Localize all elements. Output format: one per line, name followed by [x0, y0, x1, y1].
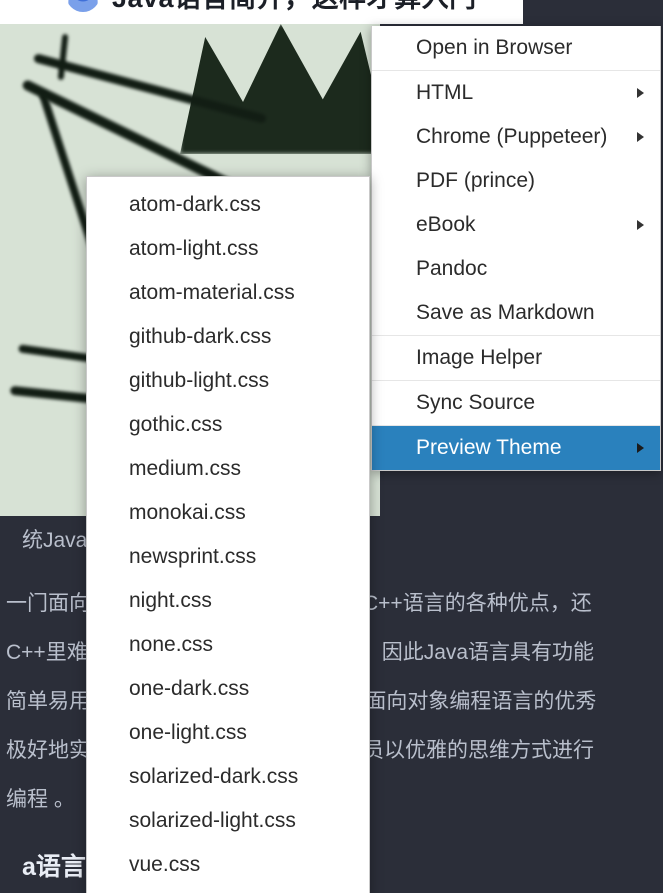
blue-circle-logo-icon [66, 0, 100, 12]
triangle-right-icon [637, 220, 644, 230]
theme-item-gothic[interactable]: gothic.css [87, 403, 369, 447]
triangle-right-icon [637, 443, 644, 453]
theme-item-solarized-light[interactable]: solarized-light.css [87, 799, 369, 843]
theme-item-label: gothic.css [129, 413, 223, 436]
theme-item-night[interactable]: night.css [87, 579, 369, 623]
menu-item-save-as-markdown[interactable]: Save as Markdown [372, 291, 660, 335]
theme-item-label: monokai.css [129, 501, 246, 524]
menu-item-pandoc[interactable]: Pandoc [372, 247, 660, 291]
menu-item-label: Sync Source [416, 391, 536, 414]
theme-item-atom-dark[interactable]: atom-dark.css [87, 183, 369, 227]
menu-item-label: HTML [416, 81, 474, 104]
theme-item-label: atom-material.css [129, 281, 295, 304]
menu-item-label: Image Helper [416, 346, 543, 369]
theme-item-label: solarized-light.css [129, 809, 296, 832]
theme-item-vue[interactable]: vue.css [87, 843, 369, 887]
theme-item-github-light[interactable]: github-light.css [87, 359, 369, 403]
page-title: Java语言简介，这样才算入门 [112, 0, 477, 15]
menu-item-label: Chrome (Puppeteer) [416, 125, 608, 148]
menu-item-pdf-prince[interactable]: PDF (prince) [372, 159, 660, 203]
context-menu[interactable]: Open in Browser HTML Chrome (Puppeteer) … [371, 26, 661, 471]
theme-item-atom-light[interactable]: atom-light.css [87, 227, 369, 271]
theme-item-solarized-dark[interactable]: solarized-dark.css [87, 755, 369, 799]
triangle-right-icon [637, 88, 644, 98]
theme-item-label: solarized-dark.css [129, 765, 299, 788]
theme-item-medium[interactable]: medium.css [87, 447, 369, 491]
theme-item-newsprint[interactable]: newsprint.css [87, 535, 369, 579]
menu-item-label: Pandoc [416, 257, 488, 280]
theme-item-label: none.css [129, 633, 214, 656]
menu-item-label: Save as Markdown [416, 301, 595, 324]
theme-item-github-dark[interactable]: github-dark.css [87, 315, 369, 359]
menu-item-sync-source[interactable]: Sync Source [372, 381, 660, 425]
theme-item-label: atom-dark.css [129, 193, 261, 216]
menu-item-label: PDF (prince) [416, 169, 536, 192]
menu-item-image-helper[interactable]: Image Helper [372, 336, 660, 380]
theme-item-monokai[interactable]: monokai.css [87, 491, 369, 535]
menu-item-label: Open in Browser [416, 36, 573, 59]
menu-item-label: eBook [416, 213, 476, 236]
theme-item-label: atom-light.css [129, 237, 259, 260]
theme-item-one-dark[interactable]: one-dark.css [87, 667, 369, 711]
preview-window: Java语言简介，这样才算入门 统Java， 一门面向对象的编程语言，不仅吸收了… [0, 0, 663, 893]
preview-theme-submenu[interactable]: atom-dark.css atom-light.css atom-materi… [86, 176, 370, 893]
theme-item-label: vue.css [129, 853, 201, 876]
theme-item-label: night.css [129, 589, 212, 612]
theme-item-label: medium.css [129, 457, 242, 480]
triangle-right-icon [637, 132, 644, 142]
theme-item-label: one-light.css [129, 721, 247, 744]
menu-item-chrome-puppeteer[interactable]: Chrome (Puppeteer) [372, 115, 660, 159]
theme-item-label: github-dark.css [129, 325, 272, 348]
menu-item-open-in-browser[interactable]: Open in Browser [372, 26, 660, 70]
menu-item-label: Preview Theme [416, 436, 562, 459]
document-header: Java语言简介，这样才算入门 [0, 0, 523, 24]
theme-item-label: newsprint.css [129, 545, 257, 568]
theme-item-none[interactable]: none.css [87, 623, 369, 667]
menu-item-ebook[interactable]: eBook [372, 203, 660, 247]
theme-item-label: one-dark.css [129, 677, 250, 700]
theme-item-one-light[interactable]: one-light.css [87, 711, 369, 755]
menu-item-html[interactable]: HTML [372, 71, 660, 115]
theme-item-label: github-light.css [129, 369, 270, 392]
menu-item-preview-theme[interactable]: Preview Theme [372, 426, 660, 470]
theme-item-atom-material[interactable]: atom-material.css [87, 271, 369, 315]
